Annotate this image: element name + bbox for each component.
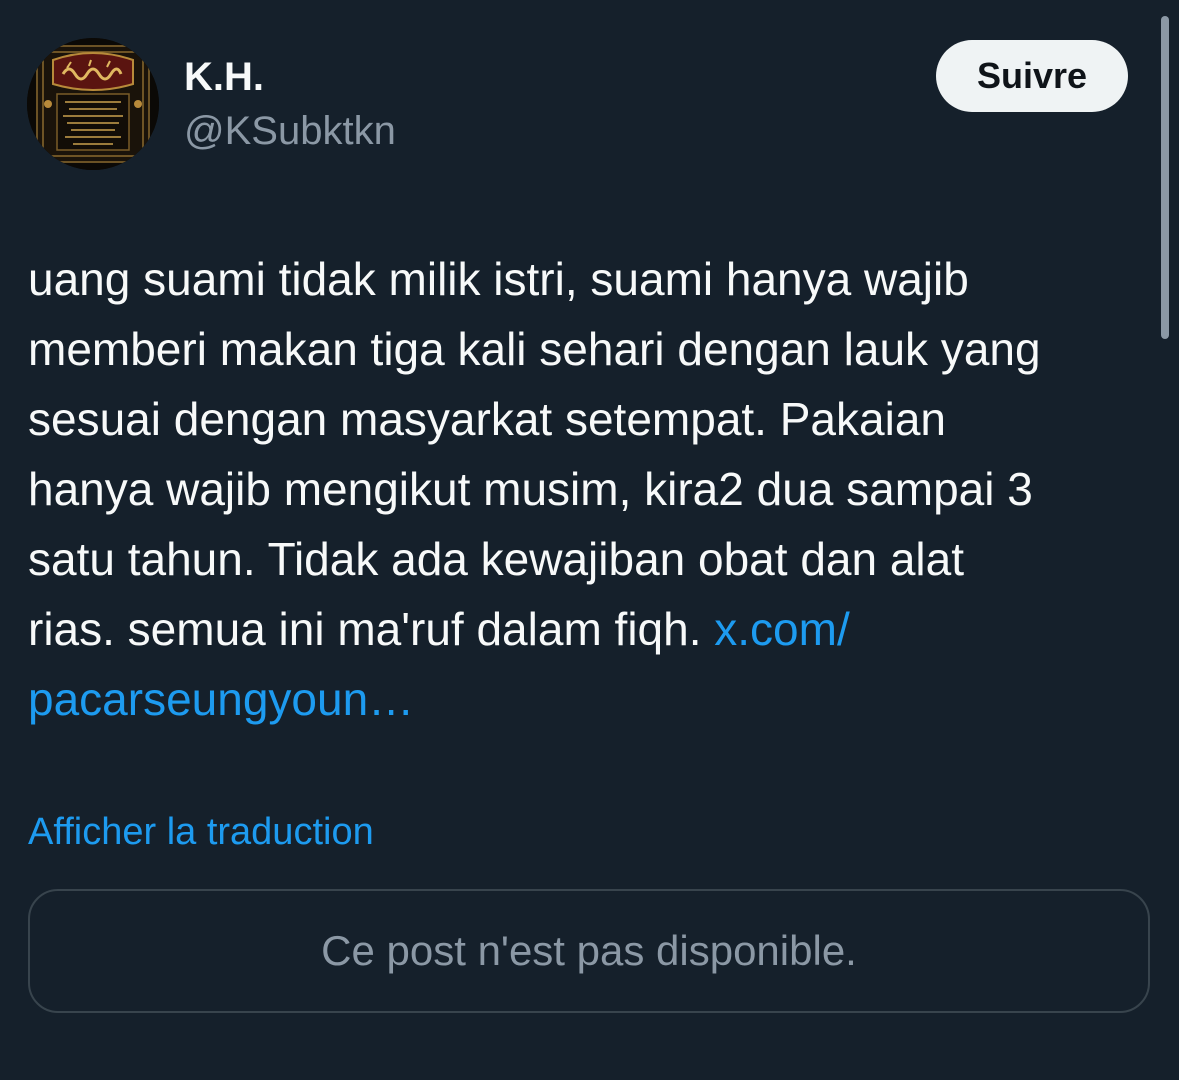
post-text-line-with-link: rias. semua ini ma'ruf dalam fiqh. x.com… (28, 594, 1153, 664)
scrollbar[interactable] (1161, 16, 1169, 339)
author-display-name[interactable]: K.H. (184, 54, 264, 100)
post-text-line: sesuai dengan masyarkat setempat. Pakaia… (28, 393, 946, 445)
quoted-post-unavailable-card: Ce post n'est pas disponible. (28, 889, 1150, 1013)
calligraphy-book-cover-icon (27, 38, 159, 170)
post-text-line: memberi makan tiga kali sehari dengan la… (28, 323, 1041, 375)
post-link[interactable]: pacarseungyoun… (28, 673, 414, 725)
post-link-continuation: pacarseungyoun… (28, 664, 1153, 734)
post-text-line: rias. semua ini ma'ruf dalam fiqh. (28, 603, 715, 655)
tweet-detail-view: K.H. @KSubktkn Suivre uang suami tidak m… (0, 0, 1179, 1080)
avatar[interactable] (27, 38, 159, 170)
post-link[interactable]: x.com/ (714, 603, 849, 655)
quoted-post-unavailable-text: Ce post n'est pas disponible. (321, 927, 857, 974)
show-translation-link[interactable]: Afficher la traduction (28, 806, 374, 858)
post-text: uang suami tidak milik istri, suami hany… (28, 244, 1153, 734)
post-text-line: uang suami tidak milik istri, suami hany… (28, 253, 969, 305)
author-handle[interactable]: @KSubktkn (184, 108, 396, 154)
post-text-line: hanya wajib mengikut musim, kira2 dua sa… (28, 463, 1033, 515)
follow-button[interactable]: Suivre (936, 40, 1128, 112)
post-text-line: satu tahun. Tidak ada kewajiban obat dan… (28, 533, 965, 585)
